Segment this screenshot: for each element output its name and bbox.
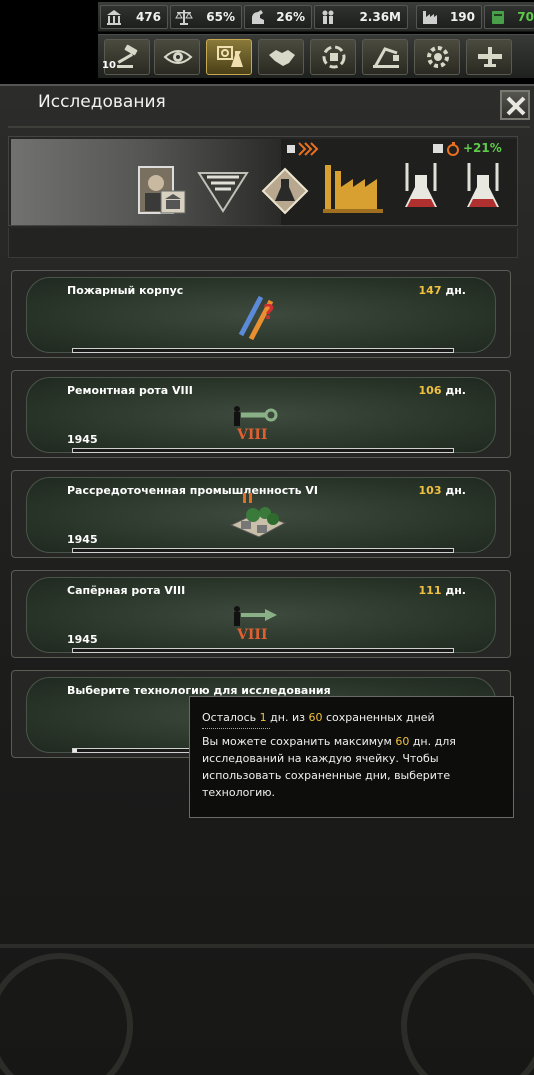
research-button[interactable] <box>206 39 252 75</box>
advisor-portrait-icon[interactable] <box>137 165 189 217</box>
svg-text:?: ? <box>263 300 275 324</box>
research-slot-flask-icon[interactable] <box>399 161 443 217</box>
research-progress-bar <box>72 648 454 653</box>
close-button[interactable] <box>500 90 530 120</box>
gear-icon <box>427 46 449 68</box>
flask-diamond-icon[interactable] <box>261 167 309 215</box>
factory-slot-icon[interactable] <box>321 161 391 217</box>
air-button[interactable] <box>466 39 512 75</box>
manpower-value: 2.36M <box>359 10 401 24</box>
fuel-value: 70 <box>517 10 534 24</box>
diplomacy-view-button[interactable] <box>154 39 200 75</box>
tooltip-line-1: Осталось 1 дн. из 60 сохраненных дней <box>202 711 435 724</box>
tech-days: 111 дн. <box>419 584 466 597</box>
tech-days: 103 дн. <box>419 484 466 497</box>
political-power-resource[interactable]: 476 <box>100 5 168 29</box>
tech-year: 1945 <box>67 533 98 546</box>
days-unit: дн. <box>445 584 466 597</box>
stability-value: 65% <box>206 10 235 24</box>
research-progress-bar <box>72 548 454 553</box>
research-progress-bar <box>72 348 454 353</box>
fire-corps-icon: ? <box>238 295 275 341</box>
tech-name: Ремонтная рота VIII <box>67 384 193 397</box>
header-sub-strip <box>8 228 518 258</box>
research-slot-1[interactable]: Пожарный корпус 147 дн. ? <box>11 270 511 358</box>
tech-days: 106 дн. <box>419 384 466 397</box>
factories-resource[interactable]: 190 <box>416 5 482 29</box>
research-slot-3[interactable]: Рассредоточенная промышленность VI 103 д… <box>11 470 511 558</box>
equipment-button[interactable] <box>414 39 460 75</box>
handshake-icon <box>269 50 295 66</box>
eye-icon <box>163 50 193 64</box>
political-power-value: 476 <box>135 10 161 24</box>
top-bar: 476 65% 26% 2.36M 190 70 10 <box>0 0 534 80</box>
fuel-icon <box>492 11 504 24</box>
days-number: 103 <box>418 484 442 497</box>
resource-bar: 476 65% 26% 2.36M 190 70 <box>98 2 534 32</box>
arm-icon <box>252 10 264 24</box>
saved-days-tooltip: Осталось 1 дн. из 60 сохраненных дней Вы… <box>189 696 514 818</box>
days-number: 111 <box>418 584 442 597</box>
close-icon <box>506 96 526 116</box>
map-mode-buttons <box>98 34 534 78</box>
war-support-resource[interactable]: 26% <box>244 5 312 29</box>
research-header: +21% <box>8 136 518 226</box>
engineer-company-icon: VIII <box>234 606 277 643</box>
tech-name: Сапёрная рота VIII <box>67 584 186 597</box>
tech-level: VIII <box>236 627 268 643</box>
fuel-resource[interactable]: 70 <box>484 5 534 29</box>
soldiers-icon <box>322 10 334 24</box>
research-slot-flask-icon-2[interactable] <box>461 161 505 217</box>
manpower-resource[interactable]: 2.36M <box>314 5 408 29</box>
stability-resource[interactable]: 65% <box>170 5 242 29</box>
arrow-chevrons-icon <box>287 142 319 156</box>
production-button[interactable] <box>310 39 356 75</box>
research-slot-2[interactable]: Ремонтная рота VIII 106 дн. 1945 VIII <box>11 370 511 458</box>
tech-year: 1945 <box>67 633 98 646</box>
gavel-icon <box>117 44 138 68</box>
research-slot-4[interactable]: Сапёрная рота VIII 111 дн. 1945 VIII <box>11 570 511 658</box>
days-unit: дн. <box>445 284 466 297</box>
production-icon <box>322 45 346 69</box>
dispersed-industry-icon <box>229 493 287 538</box>
maintenance-company-icon: VIII <box>234 406 278 443</box>
research-icon <box>217 46 243 67</box>
crane-icon <box>373 47 399 68</box>
trade-button[interactable] <box>258 39 304 75</box>
tech-name: Пожарный корпус <box>67 284 184 297</box>
building-icon <box>107 10 121 25</box>
tooltip-divider <box>202 728 270 729</box>
tech-year: 1945 <box>67 433 98 446</box>
research-panel: Исследования +21% Пожарный корпус 147 дн… <box>0 84 534 1075</box>
panel-title: Исследования <box>38 92 166 112</box>
days-unit: дн. <box>445 484 466 497</box>
decorative-wreath <box>0 944 534 1075</box>
chevron-emblem-icon[interactable] <box>195 167 251 215</box>
days-number: 147 <box>418 284 442 297</box>
logistics-button[interactable] <box>362 39 408 75</box>
tech-days: 147 дн. <box>419 284 466 297</box>
plane-icon <box>478 47 502 67</box>
scales-icon <box>175 10 193 25</box>
tooltip-line-2: Вы можете сохранить максимум 60 дн. для … <box>202 735 456 799</box>
days-number: 106 <box>418 384 442 397</box>
war-support-value: 26% <box>276 10 305 24</box>
research-progress-bar <box>72 448 454 453</box>
factories-value: 190 <box>449 10 475 24</box>
research-bonus: +21% <box>463 141 502 155</box>
decisions-badge: 10 <box>102 60 116 71</box>
days-unit: дн. <box>445 384 466 397</box>
tech-level: VIII <box>236 427 268 443</box>
factory-icon <box>423 11 437 24</box>
title-divider <box>8 126 530 128</box>
bonus-timer-icon <box>433 142 459 156</box>
